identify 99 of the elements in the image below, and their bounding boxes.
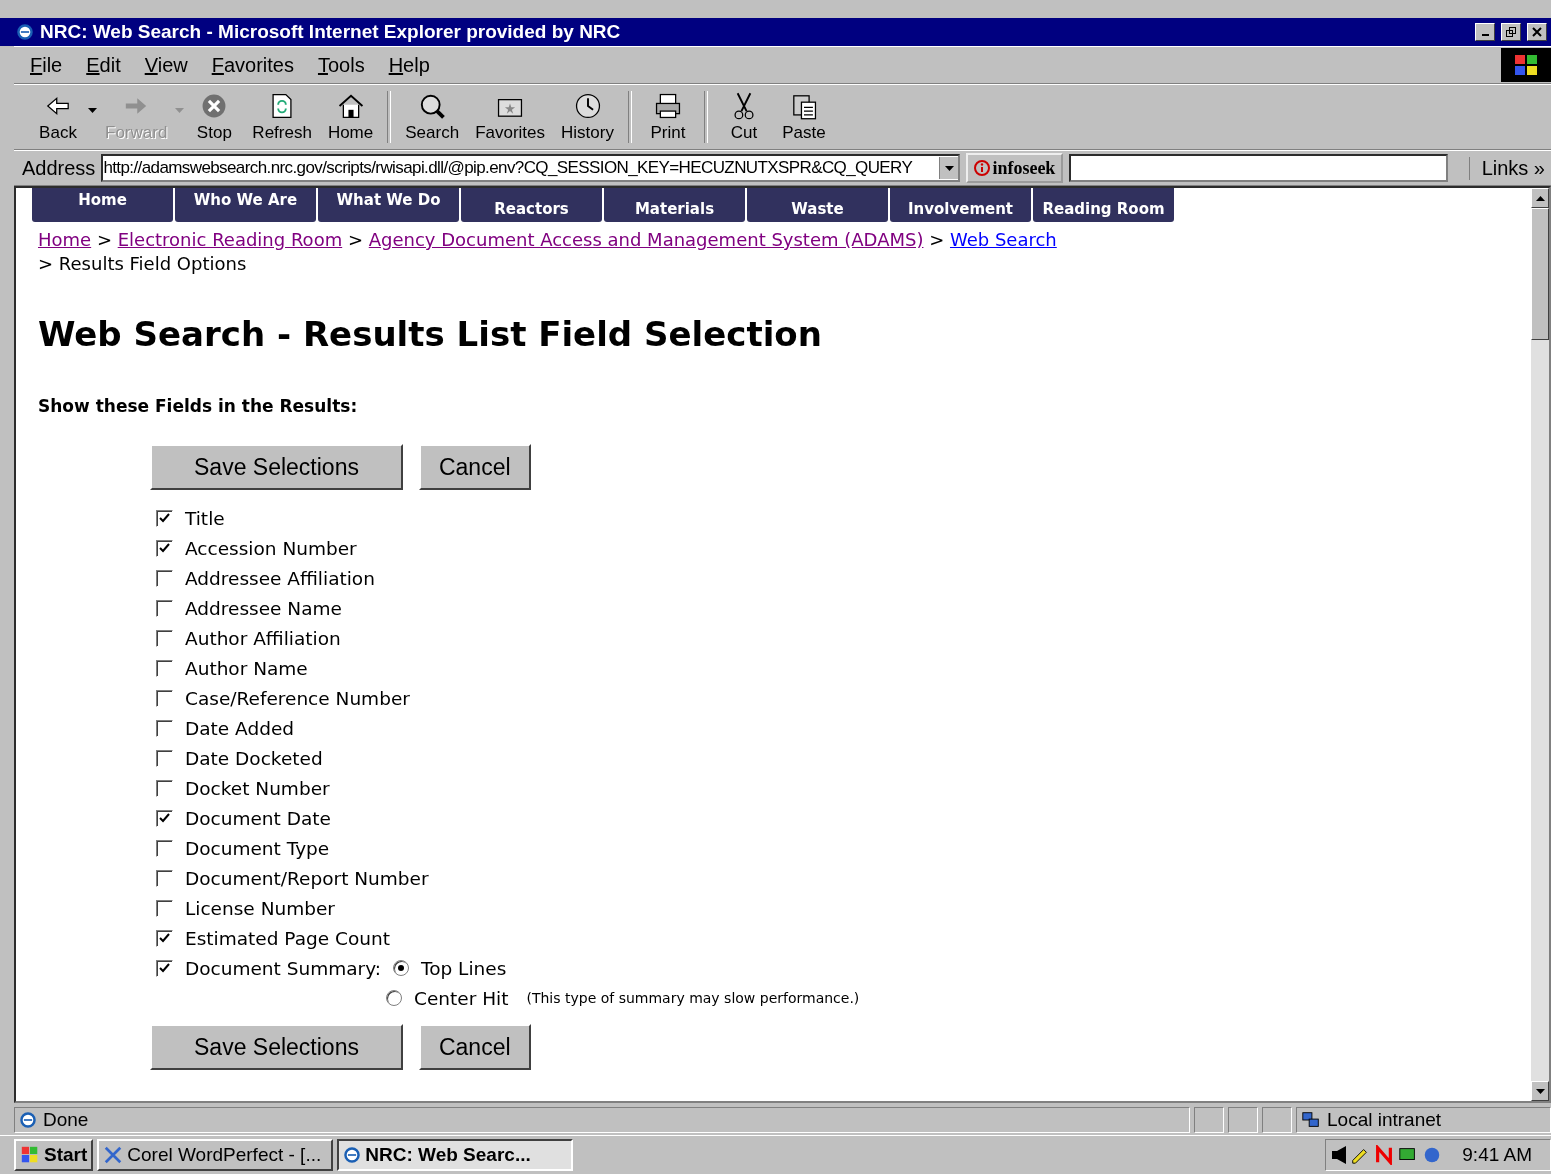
links-button[interactable]: Links »	[1468, 156, 1551, 180]
field-label: Date Added	[185, 717, 295, 739]
field-label: Docket Number	[185, 777, 330, 799]
radio-button[interactable]	[386, 990, 402, 1006]
globe-e-icon	[343, 1146, 362, 1164]
checkmark-icon	[159, 963, 170, 973]
checkmark-icon	[159, 513, 170, 523]
menu-item[interactable]: Favorites	[211, 53, 294, 77]
toolbar-button[interactable]: Favorites	[467, 91, 554, 143]
toolbar-button[interactable]: Home	[319, 91, 382, 143]
option-label: Center Hit	[414, 987, 509, 1009]
toolbar-button[interactable]: Paste	[773, 91, 834, 143]
globe-e-icon	[16, 23, 34, 41]
form-button[interactable]: Save Selections	[150, 1024, 403, 1070]
nav-tab[interactable]: Home	[32, 188, 173, 222]
checkmark-icon	[159, 543, 170, 553]
field-label: Document/Report Number	[185, 867, 429, 889]
status-pane	[1228, 1107, 1258, 1133]
toolbar-button[interactable]: Back	[28, 91, 88, 143]
minimize-button[interactable]	[1475, 23, 1495, 41]
toolbar-button[interactable]: Stop	[184, 91, 245, 143]
field-label: Document Date	[185, 807, 331, 829]
form-button[interactable]: Save Selections	[150, 444, 403, 490]
toolbar-button[interactable]: Cut	[713, 91, 774, 143]
option-label: Top Lines	[421, 957, 507, 979]
breadcrumb: Home > Electronic Reading Room > Agency Document Access and Management System (ADAMS) > Web Search > Results Field Options	[38, 228, 1058, 276]
dropdown-caret-icon[interactable]	[88, 107, 97, 113]
toolbar-button[interactable]: Search	[397, 91, 468, 143]
form-button[interactable]: Cancel	[418, 444, 531, 490]
address-field[interactable]: http://adamswebsearch.nrc.gov/scripts/rwisapi.dll/@pip.env?CQ_SESSION_KEY=HECUZNUTXSPR&CQ_QUERY	[101, 154, 961, 182]
field-label: Author Affiliation	[185, 627, 341, 649]
nav-tab[interactable]: Involvement	[890, 188, 1031, 222]
search-provider-button[interactable]: infoseek	[966, 153, 1064, 183]
field-label: Addressee Affiliation	[185, 567, 375, 589]
toolbar-button[interactable]: Print	[637, 91, 698, 143]
zone-indicator: Local intranet	[1296, 1107, 1551, 1133]
option-note: (This type of summary may slow performance.)	[526, 990, 860, 1006]
menu-item[interactable]: Edit	[86, 53, 121, 77]
field-label: Case/Reference Number	[185, 687, 410, 709]
restore-button[interactable]	[1501, 23, 1521, 41]
menu-item[interactable]: Tools	[317, 53, 365, 77]
field-label: Date Docketed	[185, 747, 323, 769]
field-label: Author Name	[185, 657, 308, 679]
dropdown-button[interactable]	[939, 157, 959, 179]
field-label: Title	[185, 507, 225, 529]
window-title: NRC: Web Search - Microsoft Internet Explorer provided by NRC	[40, 21, 622, 43]
start-button[interactable]: Start	[14, 1139, 94, 1171]
field-label: Document Summary:	[185, 957, 381, 979]
breadcrumb-link[interactable]: Electronic Reading Room	[117, 229, 343, 250]
field-label: Accession Number	[185, 537, 357, 559]
breadcrumb-link[interactable]: Web Search	[949, 229, 1057, 250]
taskbar-button[interactable]: NRC: Web Searc...	[337, 1139, 574, 1171]
nav-tab[interactable]: What We Do	[318, 188, 459, 222]
info-icon	[974, 160, 991, 176]
dropdown-caret-icon	[944, 165, 954, 171]
radio-button[interactable]	[393, 960, 409, 976]
printer-icon	[653, 91, 682, 120]
status-pane	[1262, 1107, 1292, 1133]
taskbar-button[interactable]: Corel WordPerfect - [...	[97, 1139, 334, 1171]
search-field[interactable]	[1069, 154, 1449, 182]
clock: 9:41 AM	[1462, 1144, 1532, 1166]
menu-item[interactable]: View	[144, 53, 188, 77]
globe-e-icon	[19, 1111, 37, 1129]
down-arrow-icon	[1535, 1088, 1545, 1094]
field-label: License Number	[185, 897, 335, 919]
close-icon	[1532, 27, 1542, 37]
nav-tab[interactable]: Waste	[747, 188, 888, 222]
breadcrumb-link[interactable]: Agency Document Access and Management System (ADAMS)	[368, 229, 924, 250]
form-button[interactable]: Cancel	[418, 1024, 531, 1070]
status-pane	[1194, 1107, 1224, 1133]
nav-tab[interactable]: Reading Room	[1033, 188, 1174, 222]
nav-tab[interactable]: Reactors	[461, 188, 602, 222]
breadcrumb-link[interactable]: Home	[38, 229, 92, 250]
section-label: Show these Fields in the Results:	[38, 396, 359, 416]
speaker-icon	[1332, 1146, 1347, 1164]
menu-item[interactable]: Help	[388, 53, 430, 77]
checkmark-icon	[159, 813, 170, 823]
nav-tab[interactable]: Materials	[604, 188, 745, 222]
checkmark-icon	[159, 933, 170, 943]
menu-item[interactable]: File	[30, 53, 63, 77]
up-arrow-icon	[1535, 195, 1545, 201]
windows-logo	[1501, 48, 1551, 82]
field-label: Estimated Page Count	[185, 927, 390, 949]
field-label: Addressee Name	[185, 597, 342, 619]
address-label: Address	[22, 156, 96, 180]
windows-flag-icon	[20, 1145, 40, 1165]
toolbar-button[interactable]: History	[553, 91, 622, 143]
close-button[interactable]	[1527, 23, 1547, 41]
history-icon	[573, 91, 602, 120]
restore-icon	[1506, 27, 1516, 37]
n-letter-icon	[1374, 1145, 1395, 1165]
scrollbar-thumb[interactable]	[1531, 208, 1549, 340]
nav-tab[interactable]: Who We Are	[175, 188, 316, 222]
page-heading: Web Search - Results List Field Selection	[38, 314, 823, 354]
scrollbar[interactable]	[1531, 188, 1549, 1101]
toolbar-button[interactable]: Refresh	[244, 91, 320, 143]
field-label: Document Type	[185, 837, 330, 859]
status-text: Done	[14, 1107, 1190, 1133]
network-icon	[1301, 1110, 1321, 1130]
